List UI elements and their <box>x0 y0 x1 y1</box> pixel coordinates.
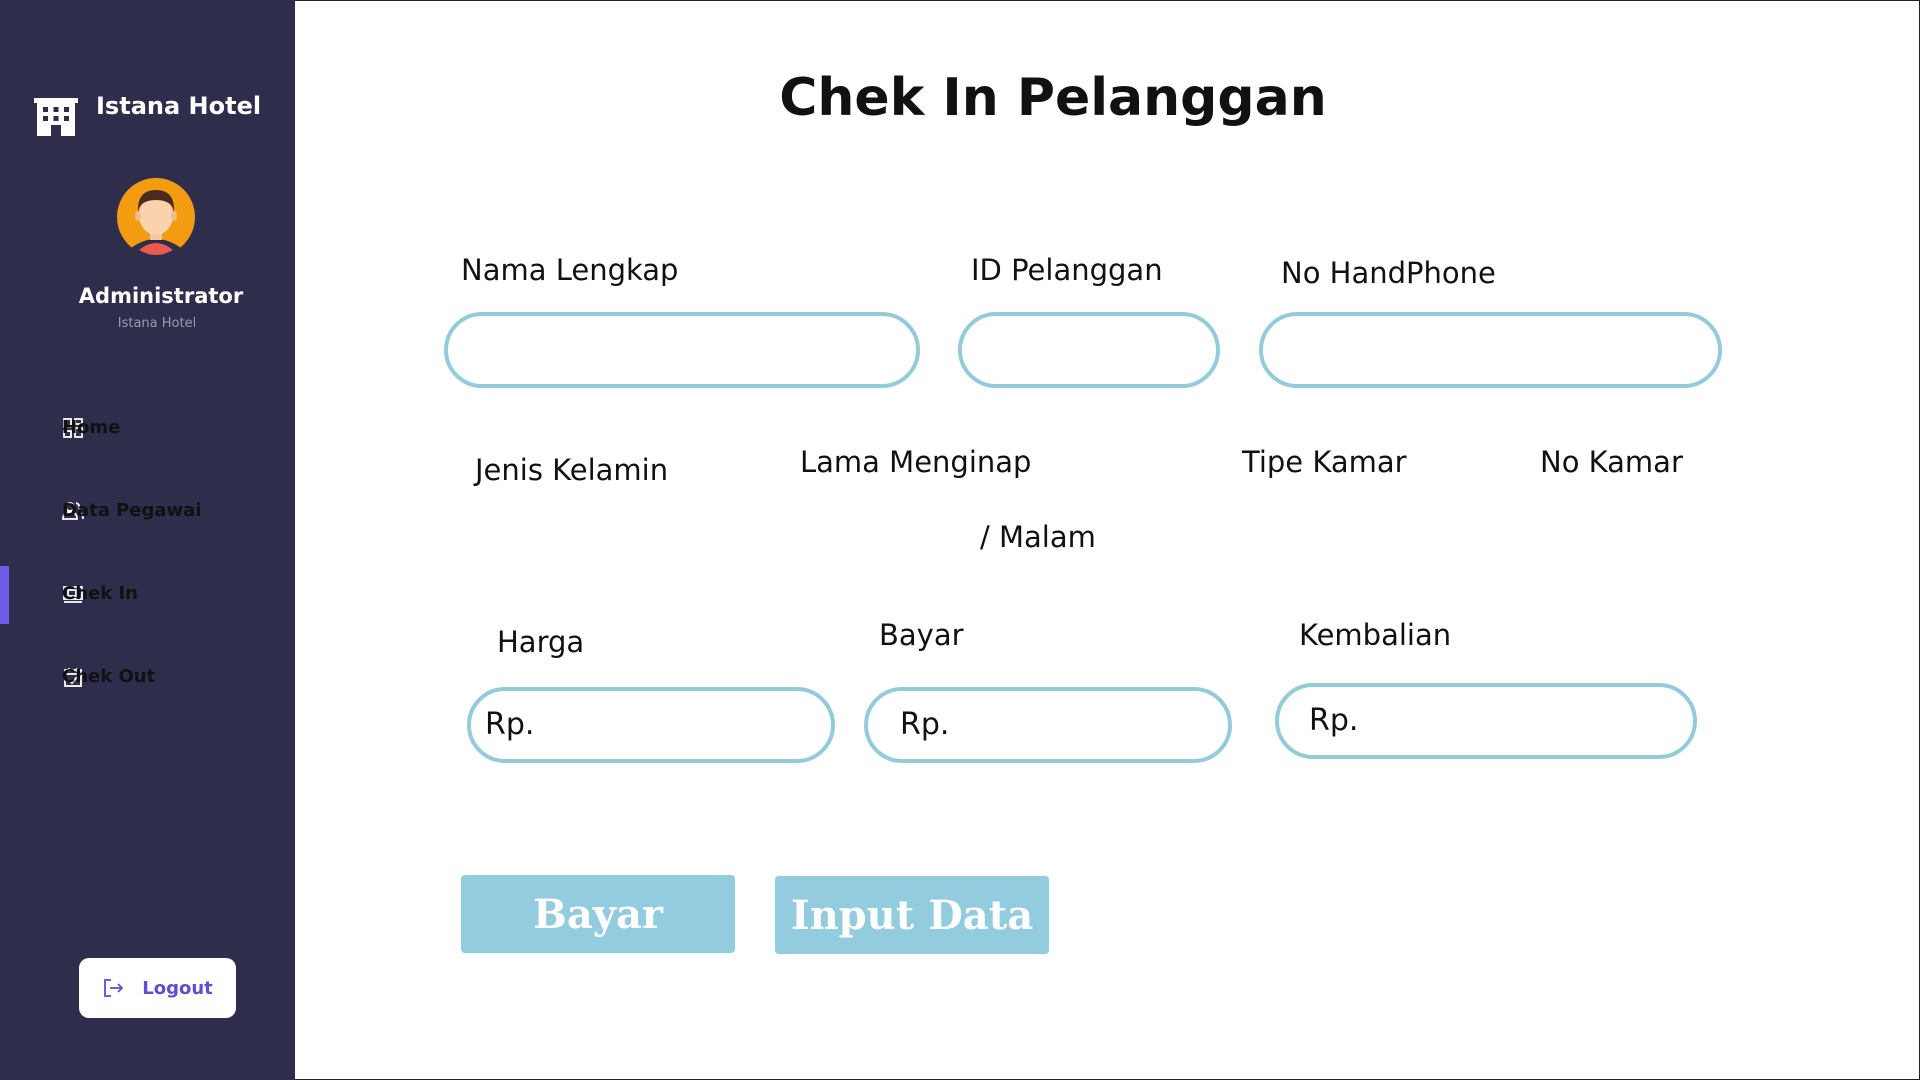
nama-lengkap-label: Nama Lengkap <box>461 253 679 287</box>
sidebar-item-label: Data Pegawai <box>62 500 202 521</box>
profile-name: Administrator <box>78 284 244 308</box>
profile-subtitle: Istana Hotel <box>117 316 197 331</box>
jenis-kelamin-label: Jenis Kelamin <box>475 453 669 487</box>
sidebar-item-home[interactable]: Home <box>0 386 295 469</box>
nama-lengkap-field[interactable] <box>444 312 920 388</box>
kembalian-label: Kembalian <box>1299 618 1452 652</box>
no-handphone-label: No HandPhone <box>1281 256 1496 290</box>
user-avatar <box>117 178 195 256</box>
id-pelanggan-label: ID Pelanggan <box>971 253 1163 287</box>
bayar-prefix: Rp. <box>900 707 950 742</box>
no-handphone-field[interactable] <box>1259 312 1722 388</box>
sidebar-item-chek-out[interactable]: Chek Out <box>0 635 295 718</box>
bayar-label: Bayar <box>879 618 964 652</box>
kembalian-prefix: Rp. <box>1309 703 1359 738</box>
logout-label: Logout <box>142 977 213 999</box>
sidebar-item-label: Chek In <box>62 583 138 604</box>
sidebar: Istana Hotel Administrator Istana Hotel … <box>0 0 295 1080</box>
hotel-building-icon <box>34 98 78 136</box>
sidebar-item-label: Chek Out <box>62 666 156 687</box>
sidebar-item-chek-in[interactable]: Chek In <box>0 552 295 635</box>
brand-name: Istana Hotel <box>96 92 262 120</box>
brand: Istana Hotel <box>34 92 261 140</box>
lama-menginap-suffix: / Malam <box>980 520 1096 554</box>
sidebar-nav: Home Data Pegawai Chek In Chek Out <box>0 386 295 718</box>
kembalian-field[interactable]: Rp. <box>1275 683 1697 759</box>
sidebar-item-label: Home <box>62 417 121 438</box>
tipe-kamar-label: Tipe Kamar <box>1242 445 1407 479</box>
page-title: Chek In Pelanggan <box>779 68 1327 128</box>
logout-icon <box>104 979 124 997</box>
lama-menginap-label: Lama Menginap <box>800 445 1032 479</box>
bayar-field[interactable]: Rp. <box>864 687 1232 763</box>
logout-button[interactable]: Logout <box>79 958 236 1018</box>
harga-prefix: Rp. <box>485 707 535 742</box>
sidebar-item-data-pegawai[interactable]: Data Pegawai <box>0 469 295 552</box>
id-pelanggan-field[interactable] <box>958 312 1220 388</box>
no-kamar-label: No Kamar <box>1540 445 1683 479</box>
bayar-button[interactable]: Bayar <box>461 875 735 953</box>
harga-label: Harga <box>497 625 585 659</box>
harga-field[interactable]: Rp. <box>467 687 835 763</box>
input-data-button[interactable]: Input Data <box>775 876 1049 954</box>
